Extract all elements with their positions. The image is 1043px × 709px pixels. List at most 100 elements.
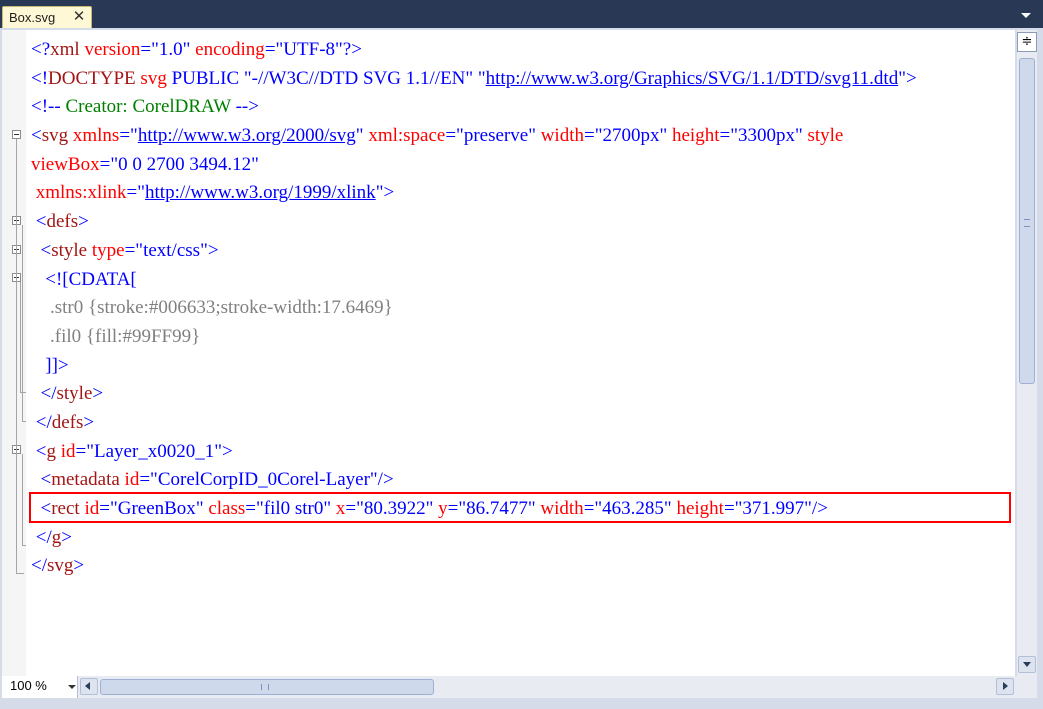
code-token: xmlns xyxy=(72,125,120,147)
code-token: g xyxy=(46,440,56,462)
code-line[interactable]: <!DOCTYPE svg PUBLIC "-//W3C//DTD SVG 1.… xyxy=(31,65,1015,94)
horizontal-scroll-thumb[interactable] xyxy=(100,679,434,695)
split-window-button[interactable]: ≑ xyxy=(1017,32,1037,52)
code-token: =" xyxy=(126,182,146,204)
code-line[interactable]: <![CDATA[ xyxy=(31,266,1015,295)
code-token: svg xyxy=(41,125,69,147)
editor-content[interactable]: <?xml version="1.0" encoding="UTF-8"?> <!… xyxy=(2,30,1015,676)
code-token: > xyxy=(78,211,89,233)
code-line[interactable]: </style> xyxy=(31,380,1015,409)
collapse-svg-icon[interactable] xyxy=(12,130,21,139)
grip-icon xyxy=(1024,219,1030,227)
code-line[interactable]: xmlns:xlink="http://www.w3.org/1999/xlin… xyxy=(31,179,1015,208)
code-token: xml:space xyxy=(368,125,446,147)
tab-list-dropdown-icon[interactable] xyxy=(1021,13,1031,18)
code-token: class xyxy=(208,498,246,519)
code-token: < xyxy=(31,239,52,261)
code-line[interactable]: viewBox="0 0 2700 3494.12" xyxy=(31,151,1015,180)
vertical-scroll-thumb[interactable] xyxy=(1019,58,1035,384)
outlining-margin xyxy=(2,30,26,676)
code-token: </ xyxy=(31,526,52,548)
code-token: fil0 str0 xyxy=(263,498,324,519)
code-token: http://www.w3.org/1999/xlink xyxy=(145,182,376,204)
code-token: =" xyxy=(445,125,464,147)
code-token: 463.285 xyxy=(602,498,664,519)
code-token: UTF-8 xyxy=(283,39,336,60)
vertical-scrollbar[interactable]: ≑ xyxy=(1017,30,1037,676)
code-line[interactable]: <rect id="GreenBox" class="fil0 str0" x=… xyxy=(31,495,1015,524)
code-line[interactable]: </defs> xyxy=(31,409,1015,438)
bottom-bar: 100 % xyxy=(2,676,1037,698)
code-token: xml xyxy=(50,39,80,60)
code-token: > xyxy=(92,383,104,405)
scroll-right-button[interactable] xyxy=(996,678,1014,695)
code-token: y xyxy=(438,498,448,519)
code-token: http://www.w3.org/2000/svg xyxy=(137,125,356,147)
code-token: CorelCorpID_0Corel-Layer xyxy=(157,469,370,491)
code-token: 1.0 xyxy=(158,39,183,60)
code-token: =" xyxy=(723,498,743,519)
code-line[interactable]: ]]> xyxy=(31,352,1015,381)
code-token: =" xyxy=(75,440,94,462)
code-token: <![CDATA[ xyxy=(31,268,137,290)
code-token: < xyxy=(31,469,52,491)
code-token: =" xyxy=(119,125,138,147)
code-token: > xyxy=(73,555,85,577)
close-icon[interactable]: ✕ xyxy=(71,8,87,26)
tab-title: Box.svg xyxy=(9,10,56,25)
code-token: =" xyxy=(99,153,119,175)
code-token: GreenBox xyxy=(117,498,196,519)
code-token: "/> xyxy=(369,469,394,491)
code-token: "> xyxy=(375,182,395,204)
code-token: " xyxy=(659,125,672,147)
code-token: =" xyxy=(99,498,118,519)
code-token: " xyxy=(527,498,541,519)
code-token: <!-- xyxy=(31,96,61,118)
code-token: PUBLIC "-//W3C//DTD SVG 1.1//EN" " xyxy=(166,67,486,89)
code-line[interactable]: <?xml version="1.0" encoding="UTF-8"?> xyxy=(31,36,1015,65)
code-token: " xyxy=(251,153,259,175)
code-token: " xyxy=(425,498,439,519)
code-token: type xyxy=(91,239,125,261)
code-token: </ xyxy=(31,383,57,405)
code-token: ]]> xyxy=(31,354,69,376)
code-text[interactable]: <?xml version="1.0" encoding="UTF-8"?> <!… xyxy=(31,36,1015,581)
code-line[interactable]: .str0 {stroke:#006633;stroke-width:17.64… xyxy=(31,294,1015,323)
code-editor: <?xml version="1.0" encoding="UTF-8"?> <!… xyxy=(0,28,1043,709)
code-token: --> xyxy=(235,96,259,118)
code-line[interactable]: .fil0 {fill:#99FF99} xyxy=(31,323,1015,352)
code-token: =" xyxy=(245,498,264,519)
code-line[interactable]: </svg> xyxy=(31,552,1015,581)
outline-guide xyxy=(22,454,23,546)
chevron-down-icon[interactable] xyxy=(68,685,76,689)
code-token: width xyxy=(540,498,584,519)
code-token: " xyxy=(794,125,808,147)
code-token: defs xyxy=(46,211,79,233)
zoom-value: 100 % xyxy=(10,678,47,693)
code-token: height xyxy=(671,125,720,147)
code-token: "/> xyxy=(804,498,828,519)
code-line[interactable]: <svg xmlns="http://www.w3.org/2000/svg" … xyxy=(31,122,1015,151)
code-line[interactable]: <defs> xyxy=(31,208,1015,237)
code-token: xmlns:xlink xyxy=(35,182,127,204)
code-line[interactable]: <style type="text/css"> xyxy=(31,237,1015,266)
code-token: <! xyxy=(31,67,49,89)
code-token: .fil0 {fill:#99FF99} xyxy=(31,325,201,347)
scroll-down-button[interactable] xyxy=(1018,656,1036,673)
scroll-left-button[interactable] xyxy=(80,678,98,695)
code-line[interactable]: </g> xyxy=(31,524,1015,553)
code-token: " xyxy=(323,498,336,519)
outline-guide xyxy=(22,421,26,422)
code-token: =" xyxy=(719,125,738,147)
zoom-dropdown[interactable]: 100 % xyxy=(2,676,78,698)
code-line[interactable]: <!-- Creator: CorelDRAW --> xyxy=(31,93,1015,122)
code-token: rect xyxy=(51,498,80,519)
code-line[interactable]: <metadata id="CorelCorpID_0Corel-Layer"/… xyxy=(31,466,1015,495)
code-token: svg xyxy=(47,555,74,577)
code-token: </ xyxy=(31,555,47,577)
code-token: " xyxy=(182,39,196,60)
code-line[interactable]: <g id="Layer_x0020_1"> xyxy=(31,438,1015,467)
tab-box-svg[interactable]: Box.svg ✕ xyxy=(2,6,92,30)
grip-icon xyxy=(261,684,269,690)
code-token: "> xyxy=(898,67,917,89)
